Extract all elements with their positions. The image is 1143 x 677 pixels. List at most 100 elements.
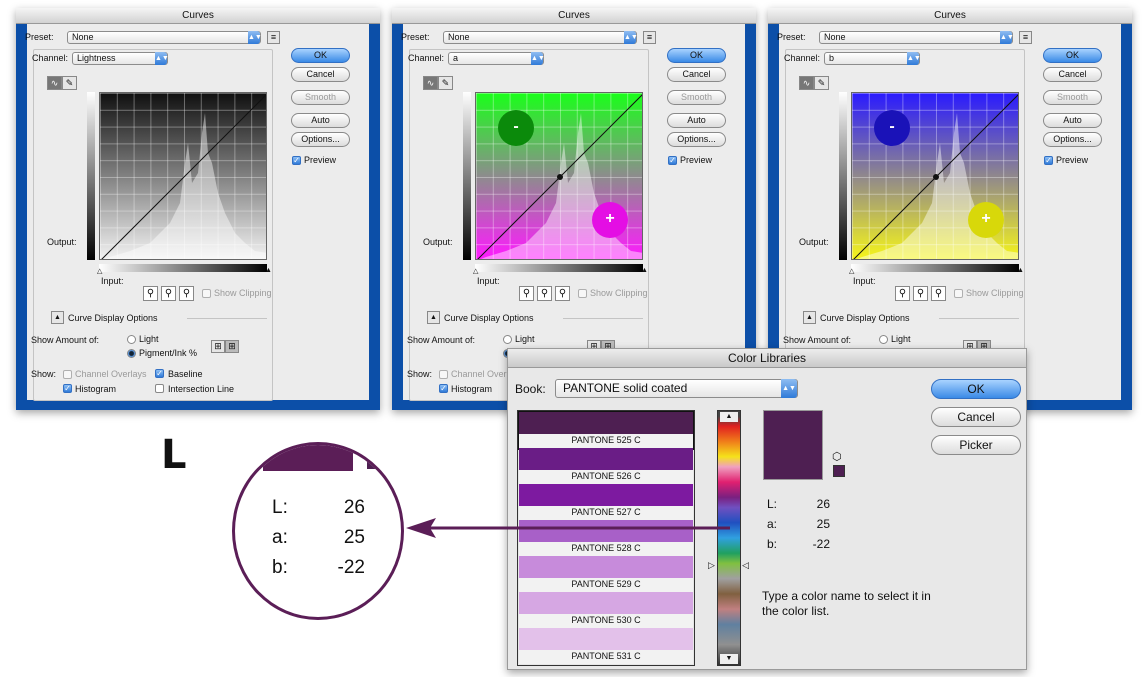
swatch-row[interactable]: PANTONE 531 C [519,628,693,664]
white-point-slider-icon[interactable]: △ [97,267,102,275]
curve-graph[interactable] [99,92,267,260]
pigment-radio[interactable] [127,349,136,358]
cancel-button[interactable]: Cancel [1043,67,1102,82]
black-eyedropper-icon[interactable]: ⚲ [143,286,158,301]
auto-button[interactable]: Auto [1043,113,1102,128]
channel-select[interactable]: Lightness ▲▼ [72,52,169,65]
gray-eyedropper-icon[interactable]: ⚲ [537,286,552,301]
black-point-slider-icon[interactable]: ▲ [1017,267,1024,274]
channel-select[interactable]: b ▲▼ [824,52,921,65]
book-select[interactable]: PANTONE solid coated ▲▼ [555,379,798,398]
histogram-checkbox[interactable]: ✓ [63,384,72,393]
channel-overlays-checkbox[interactable] [439,370,448,379]
separator [563,318,643,319]
scroll-up-icon[interactable]: ▲ [720,412,738,422]
preset-select[interactable]: None ▲▼ [443,31,638,44]
mag-b-value: -22 [337,557,365,578]
preview-checkbox[interactable]: ✓ [668,156,677,165]
light-radio[interactable] [127,335,136,344]
options-button[interactable]: Options... [291,132,350,147]
disclosure-triangle-icon[interactable]: ▲ [51,311,64,324]
input-gradient [851,264,1019,272]
preset-options-icon[interactable]: ≡ [267,31,280,44]
preview-checkbox[interactable]: ✓ [292,156,301,165]
curve-tool-icon[interactable]: ∿ [799,76,814,90]
picker-button[interactable]: Picker [931,435,1021,455]
auto-button[interactable]: Auto [291,113,350,128]
cancel-button[interactable]: Cancel [291,67,350,82]
preset-options-icon[interactable]: ≡ [1019,31,1032,44]
white-eyedropper-icon[interactable]: ⚲ [179,286,194,301]
cancel-button[interactable]: Cancel [667,67,726,82]
show-clipping-checkbox[interactable] [954,289,963,298]
curve-line[interactable] [100,93,267,260]
smooth-button[interactable]: Smooth [667,90,726,105]
curve-graph[interactable]: - + [851,92,1019,260]
curve-tool-icon[interactable]: ∿ [423,76,438,90]
pencil-tool-icon[interactable]: ✎ [62,76,77,90]
swatch-name: PANTONE 529 C [519,578,693,592]
show-label: Show: [31,369,57,379]
ok-button[interactable]: OK [1043,48,1102,63]
smooth-button[interactable]: Smooth [291,90,350,105]
input-label: Input: [853,276,876,286]
show-clipping-checkbox[interactable] [578,289,587,298]
swatch-row[interactable]: PANTONE 530 C [519,592,693,628]
black-eyedropper-icon[interactable]: ⚲ [895,286,910,301]
dialog-body: Preset: None ▲▼ ≡ Channel: a ▲▼ ∿ ✎ - + [401,24,745,401]
slider-right-arrow-icon[interactable]: ◁ [742,560,749,571]
show-clipping-checkbox[interactable] [202,289,211,298]
histogram-checkbox[interactable]: ✓ [439,384,448,393]
disclosure-triangle-icon[interactable]: ▲ [803,311,816,324]
input-label: Input: [101,276,124,286]
callout-arrow [406,518,730,538]
swatch-row[interactable]: PANTONE 526 C [519,448,693,484]
swatch-chip [519,484,693,506]
gray-eyedropper-icon[interactable]: ⚲ [913,286,928,301]
channel-select[interactable]: a ▲▼ [448,52,545,65]
white-point-slider-icon[interactable]: △ [473,267,478,275]
detailed-grid-icon[interactable]: ⊞ [225,340,239,353]
options-button[interactable]: Options... [1043,132,1102,147]
pencil-tool-icon[interactable]: ✎ [814,76,829,90]
curve-graph[interactable]: - + [475,92,643,260]
black-point-slider-icon[interactable]: ▲ [641,267,648,274]
pencil-tool-icon[interactable]: ✎ [438,76,453,90]
options-button[interactable]: Options... [667,132,726,147]
simple-grid-icon[interactable]: ⊞ [211,340,225,353]
auto-button[interactable]: Auto [667,113,726,128]
swatch-row[interactable]: PANTONE 529 C [519,556,693,592]
black-eyedropper-icon[interactable]: ⚲ [519,286,534,301]
preset-select[interactable]: None ▲▼ [819,31,1014,44]
preset-options-icon[interactable]: ≡ [643,31,656,44]
preset-select[interactable]: None ▲▼ [67,31,262,44]
swatch-row[interactable]: PANTONE 525 C [518,411,694,450]
channel-overlays-checkbox[interactable] [63,370,72,379]
websafe-swatch-icon[interactable] [833,465,845,477]
white-eyedropper-icon[interactable]: ⚲ [931,286,946,301]
light-radio[interactable] [879,335,888,344]
curve-tool-icon[interactable]: ∿ [47,76,62,90]
intersection-line-checkbox[interactable] [155,384,164,393]
channel-value: b [829,53,835,63]
light-radio[interactable] [503,335,512,344]
mag-l-label: L: [272,497,288,518]
scroll-down-icon[interactable]: ▼ [720,654,738,664]
preview-checkbox[interactable]: ✓ [1044,156,1053,165]
white-eyedropper-icon[interactable]: ⚲ [555,286,570,301]
baseline-checkbox[interactable]: ✓ [155,369,164,378]
color-preview [763,410,823,480]
curves-dialog-1: Curves Preset: None ▲▼ ≡ Channel: Lightne… [16,8,380,410]
ok-button[interactable]: OK [931,379,1021,399]
black-point-slider-icon[interactable]: ▲ [265,267,272,274]
smooth-button[interactable]: Smooth [1043,90,1102,105]
white-point-slider-icon[interactable]: △ [849,267,854,275]
gray-eyedropper-icon[interactable]: ⚲ [161,286,176,301]
ok-button[interactable]: OK [667,48,726,63]
disclosure-triangle-icon[interactable]: ▲ [427,311,440,324]
ok-button[interactable]: OK [291,48,350,63]
light-label: Light [891,334,911,344]
cancel-button[interactable]: Cancel [931,407,1021,427]
slider-left-arrow-icon[interactable]: ▷ [708,560,715,571]
cube-warning-icon[interactable]: ⬡ [832,450,842,463]
